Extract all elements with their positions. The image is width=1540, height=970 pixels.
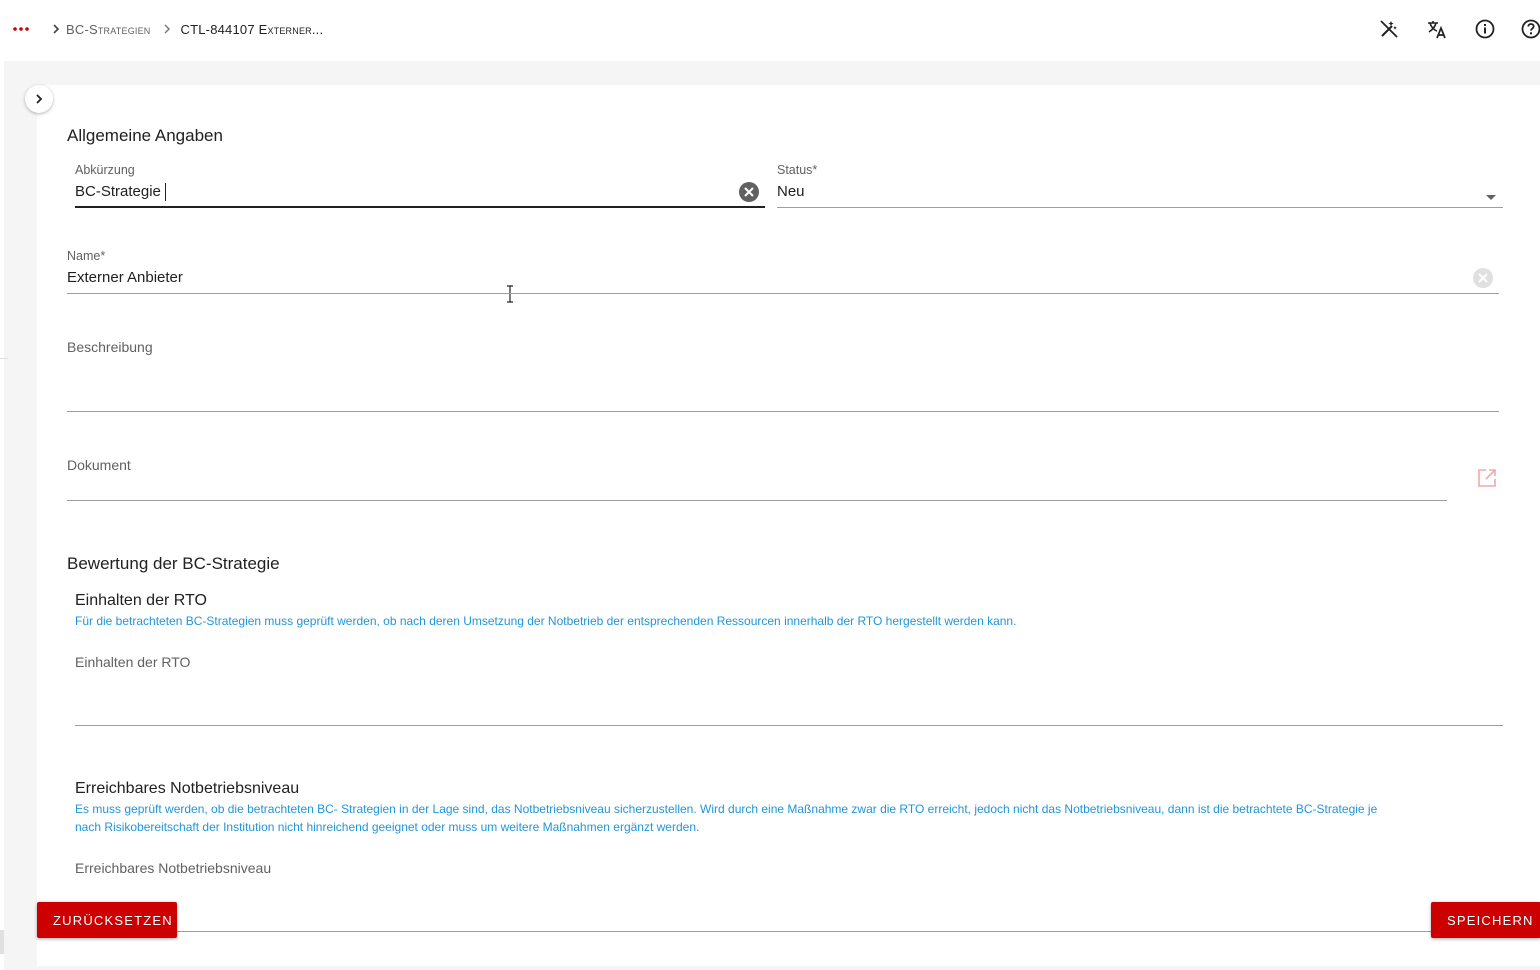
status-underline — [777, 207, 1503, 208]
breadcrumb-bc-strategien[interactable]: BC-Strategien — [66, 22, 151, 37]
open-in-new-icon[interactable] — [1477, 468, 1499, 490]
clear-abbreviation-icon[interactable] — [738, 181, 760, 203]
abbreviation-underline — [75, 206, 765, 208]
status-select[interactable]: Neu — [777, 183, 1497, 203]
rto-hint: Für die betrachteten BC-Strategien muss … — [75, 614, 1017, 628]
description-label: Beschreibung — [67, 339, 153, 355]
chevron-right-icon — [159, 21, 175, 37]
left-edge — [0, 61, 4, 970]
magic-off-icon[interactable] — [1378, 18, 1400, 40]
emergency-hint-line2: nach Risikobereitschaft der Institution … — [75, 820, 700, 834]
save-button[interactable]: SPEICHERN — [1431, 902, 1540, 938]
emergency-label: Erreichbares Notbetriebsniveau — [75, 860, 272, 876]
text-caret — [165, 183, 166, 201]
left-divider — [0, 358, 8, 359]
document-input[interactable] — [67, 478, 1447, 498]
breadcrumb: BC-Strategien CTL-844107 Externer... — [48, 20, 323, 38]
emergency-hint-line1: Es muss geprüft werden, ob die betrachte… — [75, 802, 1378, 816]
abbreviation-label: Abkürzung — [75, 163, 135, 177]
chevron-down-icon[interactable] — [1485, 189, 1497, 200]
more-dots-icon[interactable] — [12, 20, 30, 38]
expand-panel-button[interactable] — [25, 85, 53, 113]
ibeam-cursor-icon — [506, 285, 514, 303]
breadcrumb-current: CTL-844107 Externer... — [180, 21, 324, 37]
name-label: Name* — [67, 249, 106, 263]
info-icon[interactable] — [1474, 18, 1496, 40]
emergency-title: Erreichbares Notbetriebsniveau — [75, 780, 300, 797]
reset-button[interactable]: ZURÜCKSETZEN — [37, 902, 177, 938]
abbreviation-input[interactable]: BC-Strategie — [75, 183, 161, 200]
emergency-underline — [75, 931, 1503, 932]
section-title-general: Allgemeine Angaben — [67, 126, 223, 145]
status-label: Status* — [777, 163, 818, 177]
rto-underline — [75, 725, 1503, 726]
name-input[interactable]: Externer Anbieter — [67, 269, 1467, 289]
chevron-right-icon — [36, 94, 43, 104]
document-label: Dokument — [67, 457, 131, 473]
section-title-rating: Bewertung der BC-Strategie — [67, 554, 280, 573]
chevron-right-icon — [48, 21, 64, 37]
rto-title: Einhalten der RTO — [75, 592, 207, 609]
help-icon[interactable] — [1520, 18, 1540, 40]
description-underline — [67, 411, 1499, 412]
emergency-input[interactable] — [180, 884, 1420, 926]
name-underline — [67, 293, 1499, 294]
translate-icon[interactable] — [1426, 18, 1448, 40]
rto-label: Einhalten der RTO — [75, 654, 191, 670]
top-bar: BC-Strategien CTL-844107 Externer... — [0, 0, 1540, 60]
description-input[interactable] — [67, 362, 1499, 406]
rto-input[interactable] — [75, 678, 1503, 720]
clear-name-icon[interactable] — [1472, 267, 1494, 289]
left-scroll-stub — [0, 930, 4, 954]
document-underline — [67, 500, 1447, 501]
